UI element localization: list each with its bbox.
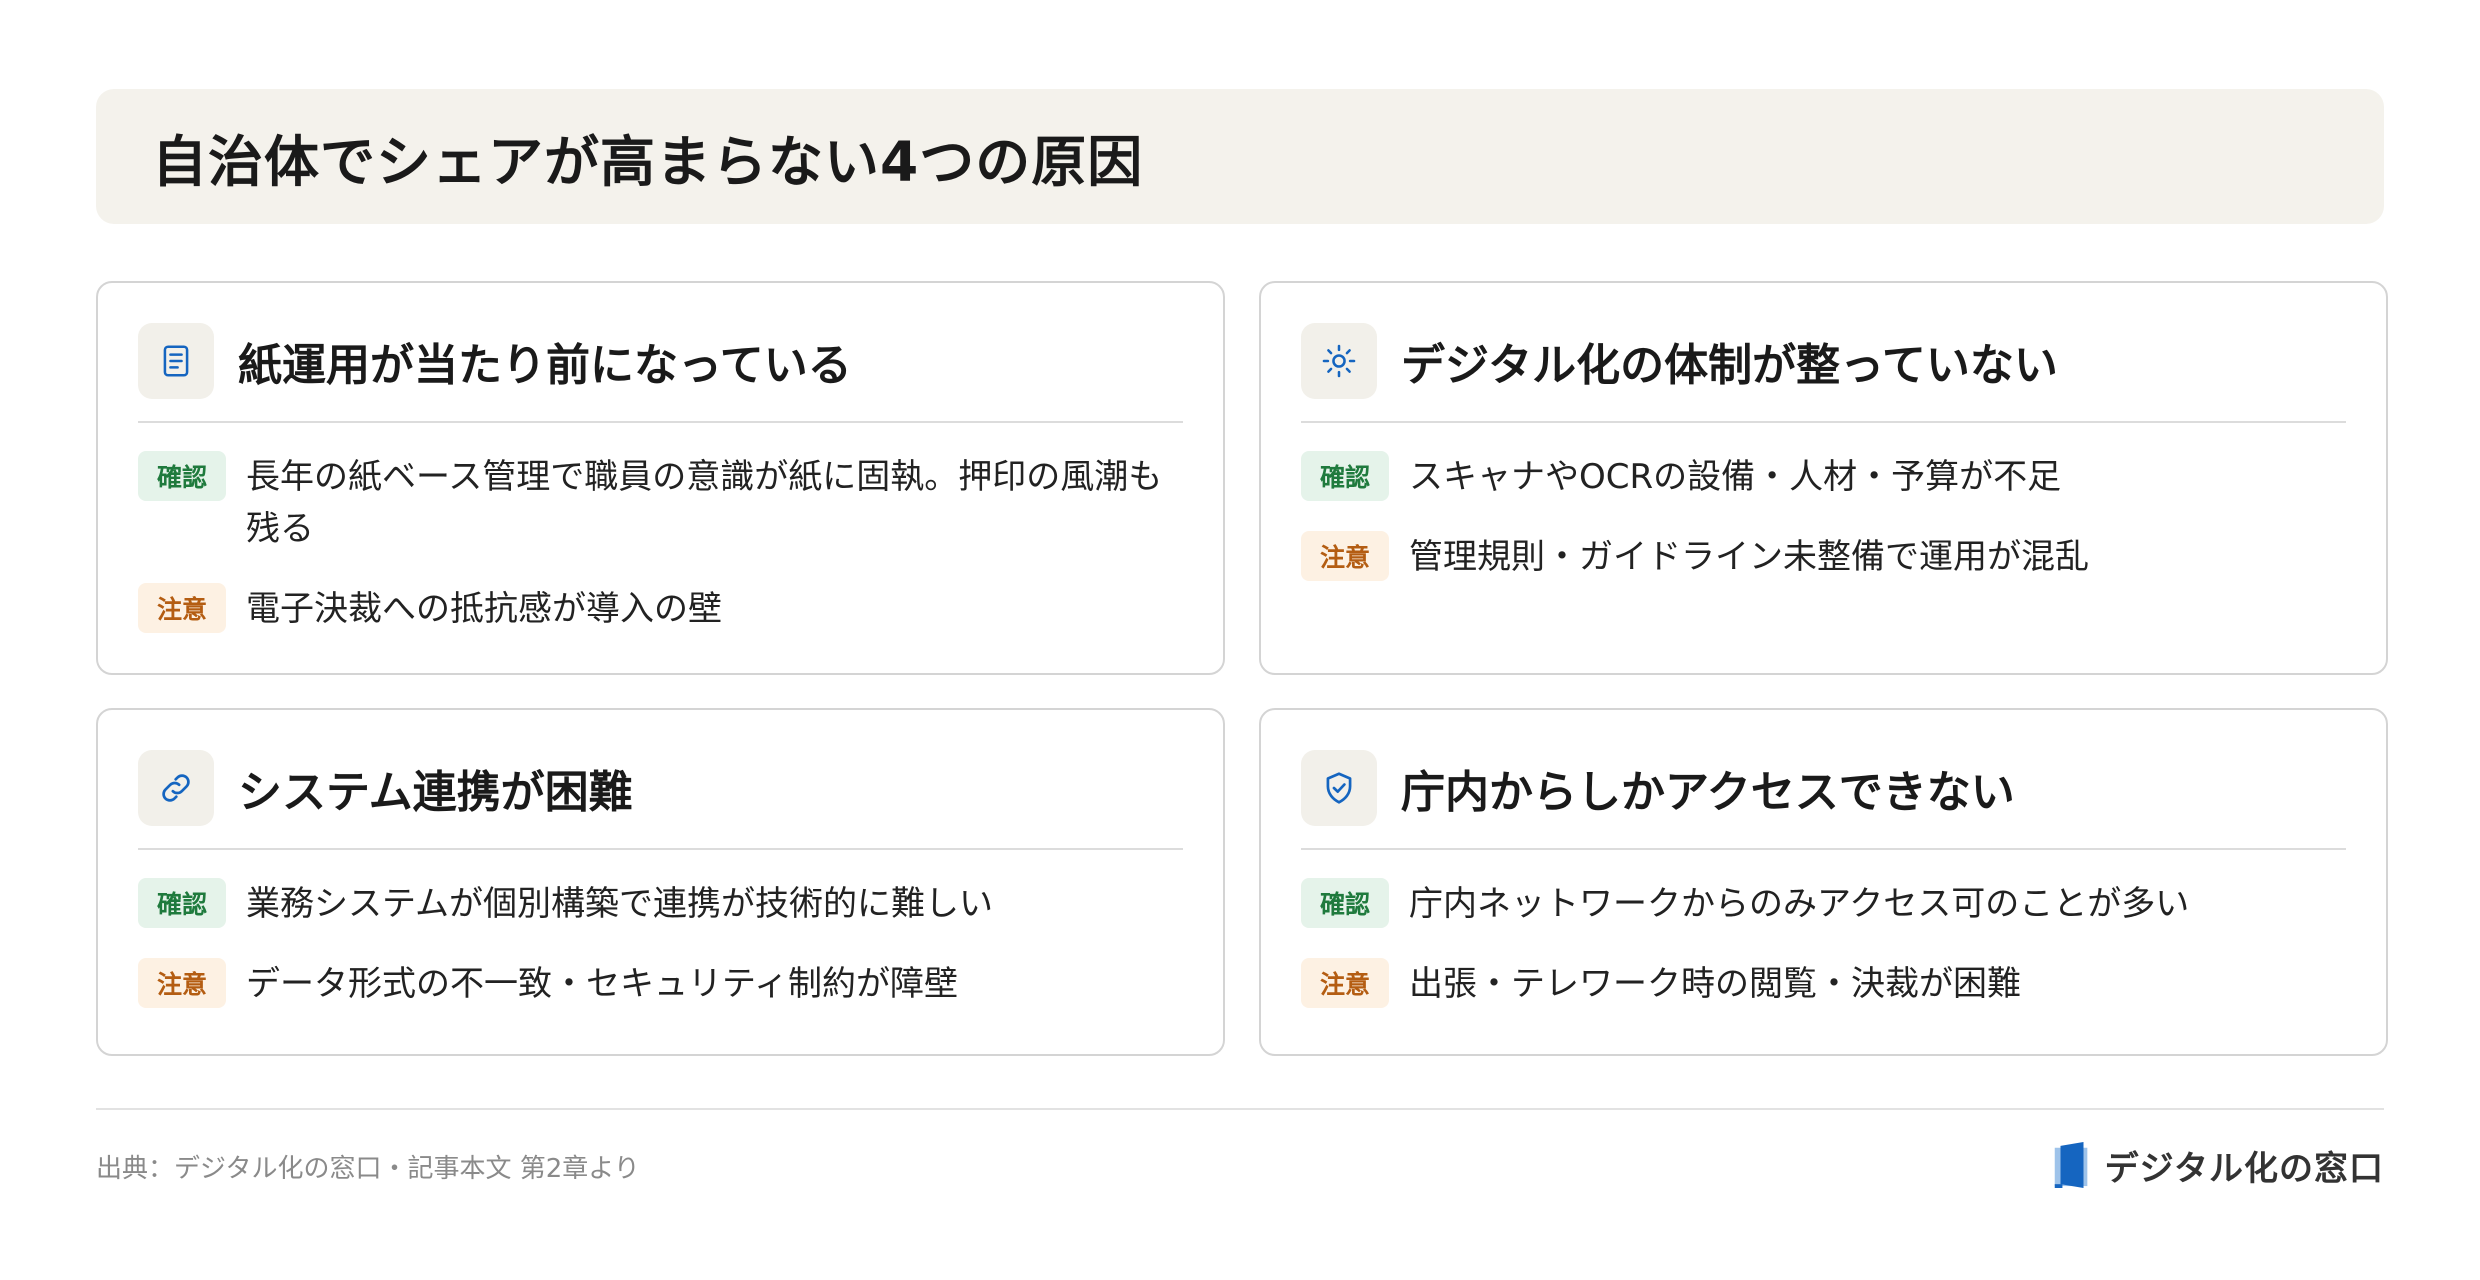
card-title: 紙運用が当たり前になっている [238, 340, 852, 391]
caution-badge: 注意 [138, 958, 226, 1008]
card-title: デジタル化の体制が整っていない [1401, 340, 2058, 391]
item-text: 業務システムが個別構築で連携が技術的に難しい [246, 884, 993, 924]
item-text: 電子決裁への抵抗感が導入の壁 [246, 589, 722, 629]
footer-divider [96, 1108, 2384, 1110]
brand-logo[interactable]: デジタル化の窓口 [2049, 1140, 2384, 1190]
list-item: 確認 庁内ネットワークからのみアクセス可のことが多い [1301, 878, 2346, 930]
caution-badge: 注意 [1301, 531, 1389, 581]
confirm-badge: 確認 [1301, 878, 1389, 928]
cause-card-paper: 紙運用が当たり前になっている 確認 長年の紙ベース管理で職員の意識が紙に固執。押… [96, 281, 1225, 675]
source-note: 出典：デジタル化の窓口・記事本文 第2章より [96, 1154, 640, 1184]
confirm-badge: 確認 [138, 878, 226, 928]
link-icon [138, 750, 214, 826]
card-header: システム連携が困難 [138, 750, 1183, 850]
item-text: データ形式の不一致・セキュリティ制約が障壁 [246, 964, 958, 1004]
shield-check-icon [1301, 750, 1377, 826]
cause-card-access: 庁内からしかアクセスできない 確認 庁内ネットワークからのみアクセス可のことが多… [1259, 708, 2388, 1056]
title-banner: 自治体でシェアが高まらない4つの原因 [96, 89, 2384, 224]
item-text: スキャナやOCRの設備・人材・予算が不足 [1409, 457, 2062, 497]
cause-card-organization: デジタル化の体制が整っていない 確認 スキャナやOCRの設備・人材・予算が不足 … [1259, 281, 2388, 675]
list-item: 確認 長年の紙ベース管理で職員の意識が紙に固執。押印の風潮も残る [138, 451, 1183, 555]
list-item: 確認 スキャナやOCRの設備・人材・予算が不足 [1301, 451, 2346, 503]
card-title: システム連携が困難 [238, 767, 633, 818]
sun-icon [1301, 323, 1377, 399]
confirm-badge: 確認 [1301, 451, 1389, 501]
list-item: 確認 業務システムが個別構築で連携が技術的に難しい [138, 878, 1183, 930]
brand-name: デジタル化の窓口 [2104, 1148, 2384, 1189]
item-text: 管理規則・ガイドライン未整備で運用が混乱 [1409, 537, 2089, 577]
caution-badge: 注意 [138, 583, 226, 633]
list-item: 注意 データ形式の不一致・セキュリティ制約が障壁 [138, 958, 1183, 1010]
caution-badge: 注意 [1301, 958, 1389, 1008]
confirm-badge: 確認 [138, 451, 226, 501]
card-header: 紙運用が当たり前になっている [138, 323, 1183, 423]
card-header: デジタル化の体制が整っていない [1301, 323, 2346, 423]
item-text: 庁内ネットワークからのみアクセス可のことが多い [1409, 884, 2190, 924]
list-item: 注意 出張・テレワーク時の閲覧・決裁が困難 [1301, 958, 2346, 1010]
list-item: 注意 電子決裁への抵抗感が導入の壁 [138, 583, 1183, 635]
cause-card-system: システム連携が困難 確認 業務システムが個別構築で連携が技術的に難しい 注意 デ… [96, 708, 1225, 1056]
door-logo-icon [2054, 1142, 2088, 1188]
list-item: 注意 管理規則・ガイドライン未整備で運用が混乱 [1301, 531, 2346, 583]
card-title: 庁内からしかアクセスできない [1401, 767, 2015, 818]
item-text: 長年の紙ベース管理で職員の意識が紙に固執。押印の風潮も残る [246, 457, 1163, 549]
item-text: 出張・テレワーク時の閲覧・決裁が困難 [1409, 964, 2021, 1004]
card-header: 庁内からしかアクセスできない [1301, 750, 2346, 850]
document-icon [138, 323, 214, 399]
page-title: 自治体でシェアが高まらない4つの原因 [152, 129, 1144, 194]
